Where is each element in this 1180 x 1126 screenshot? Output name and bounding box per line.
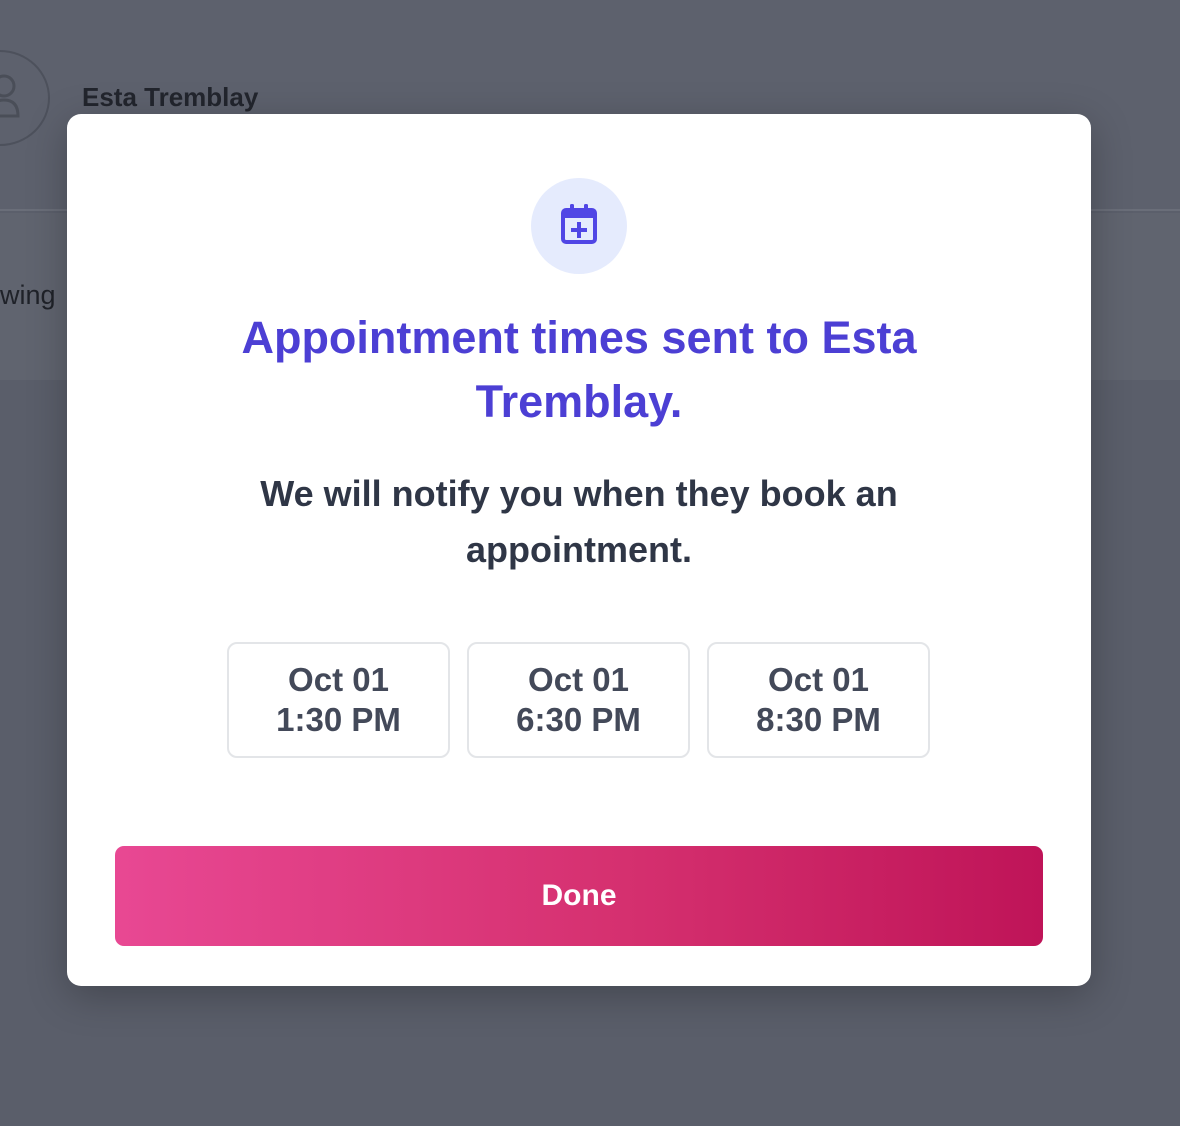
avatar [0, 50, 50, 146]
time-slot-time: 6:30 PM [516, 701, 641, 738]
calendar-icon-badge [531, 178, 627, 274]
modal-title: Appointment times sent to Esta Tremblay. [241, 312, 917, 427]
time-slot[interactable]: Oct 01 1:30 PM [227, 642, 450, 758]
background-partial-label: wing [0, 280, 56, 310]
time-slot-date: Oct 01 [768, 661, 869, 698]
calendar-plus-icon [559, 202, 599, 251]
confirmation-modal: Appointment times sent to Esta Tremblay.… [67, 114, 1091, 986]
time-slot-date: Oct 01 [288, 661, 389, 698]
time-slot[interactable]: Oct 01 8:30 PM [707, 642, 930, 758]
time-slot-list: Oct 01 1:30 PM Oct 01 6:30 PM Oct 01 8:3… [227, 642, 930, 758]
time-slot-time: 8:30 PM [756, 701, 881, 738]
time-slot[interactable]: Oct 01 6:30 PM [467, 642, 690, 758]
user-icon [0, 74, 26, 123]
time-slot-date: Oct 01 [528, 661, 629, 698]
time-slot-time: 1:30 PM [276, 701, 401, 738]
contact-name: Esta Tremblay [82, 82, 259, 112]
done-button[interactable]: Done [115, 846, 1043, 946]
modal-subtitle: We will notify you when they book an app… [260, 473, 898, 570]
